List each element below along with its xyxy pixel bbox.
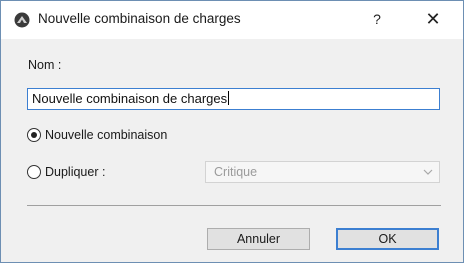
window-title: Nouvelle combinaison de charges xyxy=(38,11,241,26)
title-bar: Nouvelle combinaison de charges ? ✕ xyxy=(1,1,463,37)
name-input-value: Nouvelle combinaison de charges xyxy=(32,91,228,106)
radio-duplicate[interactable]: Dupliquer : xyxy=(27,163,105,181)
name-input[interactable]: Nouvelle combinaison de charges xyxy=(27,88,440,110)
ok-button[interactable]: OK xyxy=(336,228,439,250)
duplicate-select[interactable]: Critique xyxy=(205,161,440,183)
cancel-button[interactable]: Annuler xyxy=(207,228,310,250)
name-label: Nom : xyxy=(28,58,62,72)
divider xyxy=(27,205,441,206)
radio-button-unchecked[interactable] xyxy=(27,165,41,179)
chevron-down-icon xyxy=(423,169,433,175)
help-button[interactable]: ? xyxy=(363,7,391,31)
dialog-window: Nouvelle combinaison de charges ? ✕ Nom … xyxy=(0,0,464,263)
app-icon xyxy=(14,12,30,28)
radio-button-checked[interactable] xyxy=(27,128,41,142)
text-caret xyxy=(228,91,230,105)
duplicate-select-value: Critique xyxy=(214,165,258,179)
radio-new-combination[interactable]: Nouvelle combinaison xyxy=(27,126,167,144)
dialog-body: Nom : Nouvelle combinaison de charges No… xyxy=(1,39,463,262)
radio-new-combination-label: Nouvelle combinaison xyxy=(45,128,168,142)
close-button[interactable]: ✕ xyxy=(419,7,447,31)
radio-duplicate-label: Dupliquer : xyxy=(45,165,106,179)
